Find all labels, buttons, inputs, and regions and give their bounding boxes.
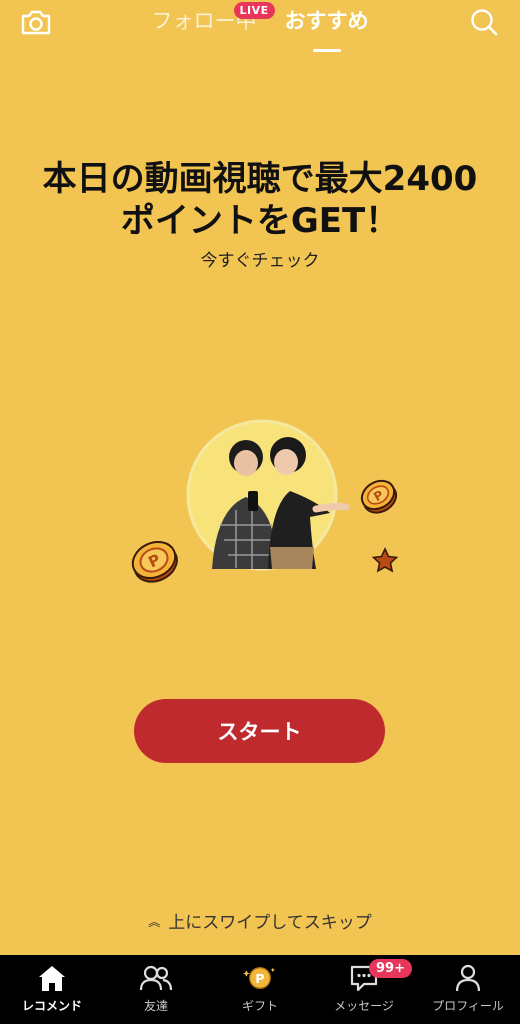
promo-illustration: P P — [120, 415, 420, 615]
top-bar: フォロー中 LIVE おすすめ — [0, 0, 520, 52]
svg-text:P: P — [255, 972, 264, 987]
home-icon — [39, 966, 65, 991]
double-chevron-up-icon: ︽ — [148, 915, 161, 929]
message-count-badge: 99+ — [369, 959, 412, 978]
friends-icon — [139, 965, 173, 991]
tab-recommended-label: おすすめ — [284, 9, 369, 33]
search-button[interactable] — [466, 4, 502, 40]
nav-label-profile: プロフィール — [432, 999, 504, 1013]
nav-label-recommend: レコメンド — [21, 999, 82, 1013]
tab-recommended[interactable]: おすすめ — [284, 6, 369, 52]
nav-item-profile[interactable]: プロフィール — [416, 955, 520, 1024]
nav-item-messages[interactable]: 99+ メッセージ — [312, 955, 416, 1024]
promo-headline: 本日の動画視聴で最大2400 ポイントをGET！ — [0, 158, 520, 242]
nav-label-friends: 友達 — [143, 999, 168, 1013]
promo-subline: 今すぐチェック — [200, 251, 320, 271]
live-badge: LIVE — [233, 2, 275, 19]
promo-headline-line1: 本日の動画視聴で最大2400 — [42, 159, 478, 199]
tab-following[interactable]: フォロー中 LIVE — [152, 2, 275, 46]
nav-label-gift: ギフト — [241, 999, 278, 1013]
nav-item-gift[interactable]: P ギフト — [208, 955, 312, 1024]
coin-icon-right: P — [360, 479, 398, 514]
feed-tabs: フォロー中 LIVE おすすめ — [0, 2, 520, 52]
gift-points-icon: P — [243, 967, 276, 989]
nav-item-friends[interactable]: 友達 — [104, 955, 208, 1024]
swipe-hint-label: 上にスワイプしてスキップ — [168, 913, 372, 933]
bottom-nav: レコメンド 友達 P ギフト 99+ メッセージ プロフィール — [0, 955, 520, 1024]
swipe-hint[interactable]: ︽ 上にスワイプしてスキップ — [0, 908, 520, 933]
coin-icon-left: P — [131, 541, 178, 583]
nav-label-messages: メッセージ — [334, 999, 394, 1013]
search-icon — [471, 9, 498, 36]
hosts-photo — [186, 419, 350, 571]
promo-headline-line2: ポイントをGET！ — [120, 201, 400, 241]
profile-icon — [455, 964, 481, 992]
nav-item-recommend[interactable]: レコメンド — [0, 955, 104, 1024]
start-button[interactable]: スタート — [134, 699, 385, 763]
star-icon — [371, 547, 399, 573]
